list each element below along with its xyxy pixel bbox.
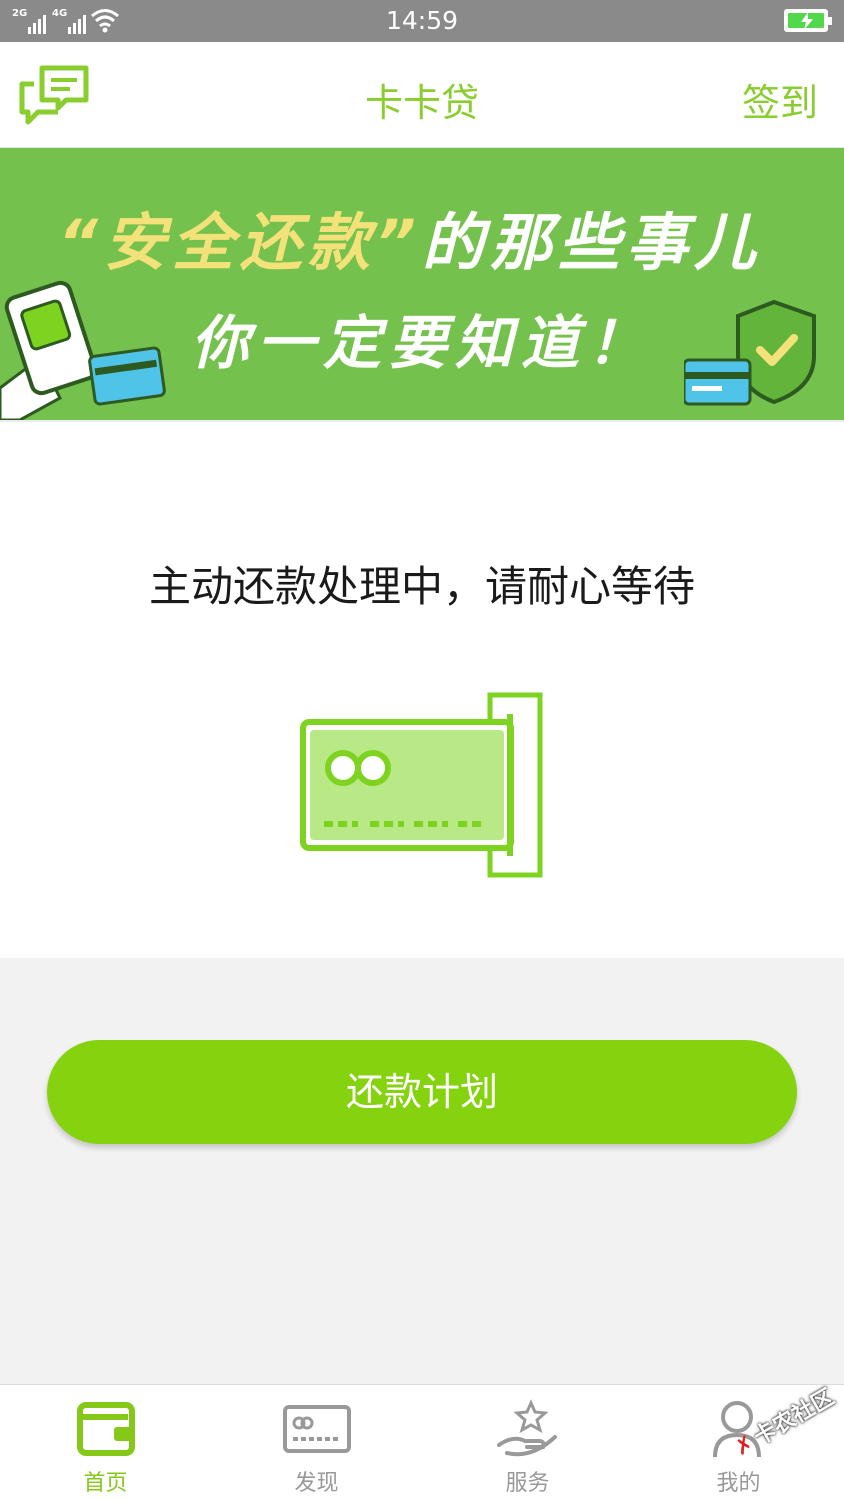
credit-card-slot-icon (300, 692, 543, 878)
tab-label: 发现 (294, 1471, 339, 1496)
tab-home[interactable]: 首页 (0, 1385, 211, 1500)
app-header: 卡卡贷 签到 (0, 42, 844, 148)
tab-label: 服务 (505, 1471, 550, 1496)
banner-title-line-2: 你一定要知道！ (190, 309, 653, 377)
status-bar: 2G 4G 14:59 (0, 0, 844, 42)
tab-label: 我的 (716, 1471, 761, 1496)
tab-service[interactable]: 服务 (422, 1385, 633, 1500)
page-title: 卡卡贷 (364, 81, 479, 125)
repayment-status-text: 主动还款处理中，请耐心等待 (148, 562, 695, 611)
banner-title-rest: 的那些事儿 (421, 206, 762, 279)
banner-highlight: “安全还款” (58, 206, 422, 279)
clock: 14:59 (385, 6, 459, 35)
repayment-status-panel: 主动还款处理中，请耐心等待 (0, 420, 844, 958)
tab-discover[interactable]: 发现 (211, 1385, 422, 1500)
banner-title-line-1: “安全还款”的那些事儿 (58, 192, 762, 282)
bottom-tab-bar: 首页 发现 服务 我的 (0, 1384, 844, 1500)
card-icon (282, 1405, 351, 1453)
charging-bolt-icon (801, 12, 813, 30)
wallet-icon (76, 1402, 135, 1456)
battery-icon (784, 9, 832, 32)
hand-star-icon (496, 1399, 557, 1457)
sign-in-button[interactable]: 签到 (742, 72, 818, 127)
repayment-plan-button[interactable]: 还款计划 (47, 1040, 797, 1144)
tab-label: 首页 (83, 1471, 128, 1496)
